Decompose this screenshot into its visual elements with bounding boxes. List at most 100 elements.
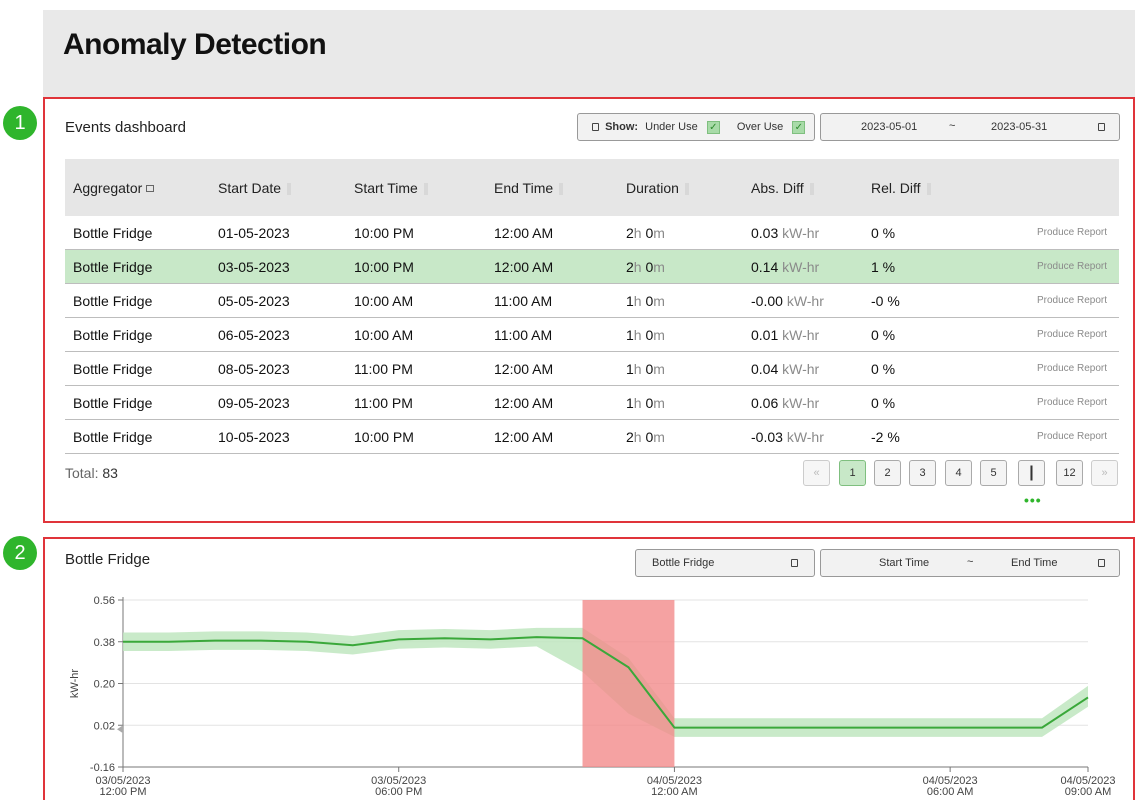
energy-unit: kW-hr bbox=[782, 258, 820, 275]
cell-start-date: 09-05-2023 bbox=[210, 385, 346, 420]
produce-report-link[interactable]: Produce Report bbox=[943, 419, 1119, 454]
column-header[interactable]: Duration bbox=[618, 159, 743, 216]
cell-rel-diff: 0 % bbox=[863, 385, 943, 420]
time-range-end[interactable]: End Time bbox=[1011, 557, 1057, 569]
detail-title: Bottle Fridge bbox=[65, 551, 151, 568]
sort-icon[interactable] bbox=[809, 182, 814, 195]
date-range-separator: ~ bbox=[949, 120, 956, 132]
abs-diff-value: 0.14 bbox=[751, 258, 783, 275]
cell-end-time: 12:00 AM bbox=[486, 249, 618, 284]
page-button-current[interactable]: 1 bbox=[839, 460, 866, 486]
cell-start-time: 11:00 PM bbox=[346, 385, 486, 420]
sort-icon[interactable] bbox=[423, 182, 428, 195]
x-tick-time: 09:00 AM bbox=[1065, 786, 1111, 798]
detail-chart-panel: Bottle Fridge Bottle Fridge Start Time ~… bbox=[43, 537, 1135, 800]
cell-rel-diff: 0 % bbox=[863, 351, 943, 386]
cell-start-time: 10:00 AM bbox=[346, 317, 486, 352]
cell-start-time: 10:00 PM bbox=[346, 419, 486, 454]
date-range-end[interactable]: 2023-05-31 bbox=[991, 121, 1047, 133]
abs-diff-value: -0.00 bbox=[751, 292, 787, 309]
cell-aggregator: Bottle Fridge bbox=[65, 419, 210, 454]
produce-report-link[interactable]: Produce Report bbox=[943, 351, 1119, 386]
sort-icon[interactable] bbox=[287, 182, 292, 195]
cell-end-time: 12:00 AM bbox=[486, 385, 618, 420]
cell-aggregator: Bottle Fridge bbox=[65, 216, 210, 250]
energy-unit: kW-hr bbox=[782, 394, 820, 411]
cell-start-date: 01-05-2023 bbox=[210, 216, 346, 250]
cell-abs-diff: -0.03 kW-hr bbox=[743, 419, 863, 454]
hours-unit: h bbox=[633, 326, 646, 343]
cell-duration: 2h 0m bbox=[618, 419, 743, 454]
page-button[interactable]: 12 bbox=[1056, 460, 1083, 486]
sort-icon[interactable] bbox=[559, 182, 564, 195]
x-tick-time: 06:00 AM bbox=[927, 786, 973, 798]
page-button[interactable]: 2 bbox=[874, 460, 901, 486]
time-range-start[interactable]: Start Time bbox=[879, 557, 929, 569]
cell-start-date: 06-05-2023 bbox=[210, 317, 346, 352]
cell-end-time: 11:00 AM bbox=[486, 317, 618, 352]
cell-rel-diff: 1 % bbox=[863, 249, 943, 284]
minutes-unit: m bbox=[653, 292, 665, 309]
abs-diff-value: 0.03 bbox=[751, 224, 783, 241]
table-header-row: Aggregator Start Date Start Time End Time Du… bbox=[65, 159, 1119, 216]
filter-icon[interactable] bbox=[146, 185, 155, 193]
table-row[interactable]: Bottle Fridge 06-05-2023 10:00 AM 11:00 AM 1… bbox=[65, 317, 1119, 352]
table-row[interactable]: Bottle Fridge 09-05-2023 11:00 PM 12:00 AM 1… bbox=[65, 385, 1119, 420]
produce-report-link[interactable]: Produce Report bbox=[943, 385, 1119, 420]
minutes-unit: m bbox=[653, 394, 665, 411]
sort-icon[interactable] bbox=[684, 182, 689, 195]
column-header[interactable]: Rel. Diff bbox=[863, 159, 943, 216]
energy-unit: kW-hr bbox=[786, 428, 824, 445]
column-header[interactable]: Start Time bbox=[346, 159, 486, 216]
page-button[interactable]: 4 bbox=[945, 460, 972, 486]
column-header[interactable]: Aggregator bbox=[65, 159, 210, 216]
table-row[interactable]: Bottle Fridge 05-05-2023 10:00 AM 11:00 AM 1… bbox=[65, 283, 1119, 318]
column-header-label: Start Date bbox=[218, 179, 282, 196]
column-header-label: Abs. Diff bbox=[751, 179, 804, 196]
cell-abs-diff: 0.03 kW-hr bbox=[743, 216, 863, 250]
calendar-icon[interactable] bbox=[1098, 559, 1105, 567]
date-range-start[interactable]: 2023-05-01 bbox=[861, 121, 917, 133]
duration-hours: 1 bbox=[626, 292, 634, 309]
produce-report-link[interactable]: Produce Report bbox=[943, 283, 1119, 318]
time-range-picker[interactable]: Start Time ~ End Time bbox=[820, 549, 1120, 577]
y-tick-label: 0.20 bbox=[94, 679, 115, 691]
prev-page-button[interactable]: « bbox=[803, 460, 830, 486]
minutes-unit: m bbox=[653, 360, 665, 377]
y-axis-handle[interactable] bbox=[117, 725, 123, 734]
column-header[interactable]: End Time bbox=[486, 159, 618, 216]
table-row[interactable]: Bottle Fridge 01-05-2023 10:00 PM 12:00 AM 2… bbox=[65, 216, 1119, 250]
aggregator-select-value: Bottle Fridge bbox=[652, 557, 715, 569]
cell-end-time: 12:00 AM bbox=[486, 351, 618, 386]
duration-hours: 1 bbox=[626, 326, 634, 343]
cell-start-date: 05-05-2023 bbox=[210, 283, 346, 318]
aggregator-select[interactable]: Bottle Fridge bbox=[635, 549, 815, 577]
sort-icon[interactable] bbox=[926, 182, 931, 195]
table-row[interactable]: Bottle Fridge 10-05-2023 10:00 PM 12:00 AM 2… bbox=[65, 419, 1119, 454]
page-button[interactable]: 3 bbox=[909, 460, 936, 486]
produce-report-link[interactable]: Produce Report bbox=[943, 249, 1119, 284]
calendar-icon[interactable] bbox=[1098, 123, 1105, 131]
date-range-picker[interactable]: 2023-05-01 ~ 2023-05-31 bbox=[820, 113, 1120, 141]
under-use-checkbox[interactable]: ✓ bbox=[706, 120, 720, 134]
column-header[interactable]: Abs. Diff bbox=[743, 159, 863, 216]
y-tick-label: 0.56 bbox=[94, 595, 115, 607]
produce-report-link[interactable]: Produce Report bbox=[943, 317, 1119, 352]
next-page-button[interactable]: » bbox=[1091, 460, 1118, 486]
column-header[interactable]: Start Date bbox=[210, 159, 346, 216]
minutes-unit: m bbox=[653, 224, 665, 241]
page-button[interactable]: 5 bbox=[980, 460, 1007, 486]
cell-abs-diff: -0.00 kW-hr bbox=[743, 283, 863, 318]
step-badge-1: 1 bbox=[3, 106, 37, 140]
page-button[interactable]: | bbox=[1018, 460, 1045, 486]
x-tick-time: 06:00 PM bbox=[375, 786, 422, 798]
cell-start-time: 10:00 AM bbox=[346, 283, 486, 318]
table-row[interactable]: Bottle Fridge 08-05-2023 11:00 PM 12:00 AM 1… bbox=[65, 351, 1119, 386]
cell-start-date: 08-05-2023 bbox=[210, 351, 346, 386]
table-row[interactable]: Bottle Fridge 03-05-2023 10:00 PM 12:00 AM 2… bbox=[65, 249, 1119, 284]
cell-abs-diff: 0.14 kW-hr bbox=[743, 249, 863, 284]
abs-diff-value: 0.04 bbox=[751, 360, 783, 377]
produce-report-link[interactable]: Produce Report bbox=[943, 216, 1119, 250]
over-use-checkbox[interactable]: ✓ bbox=[792, 120, 806, 134]
events-dashboard-title: Events dashboard bbox=[65, 119, 186, 136]
